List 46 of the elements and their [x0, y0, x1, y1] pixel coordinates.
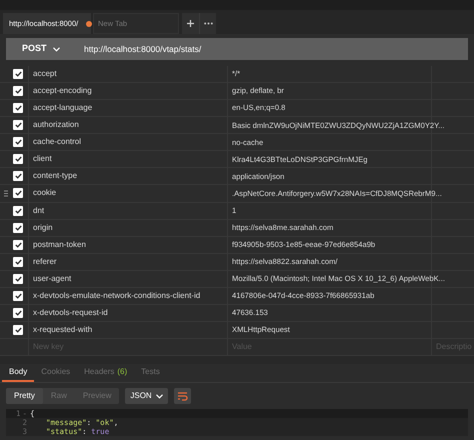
- checkbox[interactable]: [13, 154, 23, 164]
- response-tab[interactable]: Headers (6): [77, 364, 134, 382]
- header-key: accept: [33, 68, 57, 80]
- header-key: content-type: [33, 170, 78, 182]
- header-key: cookie: [33, 187, 56, 200]
- url-field[interactable]: http://localhost:8000/vtap/stats/: [74, 42, 468, 56]
- header-key: cache-control: [33, 136, 82, 148]
- checkbox[interactable]: [13, 222, 23, 233]
- checkbox[interactable]: [13, 308, 23, 318]
- header-key: accept-language: [33, 102, 92, 114]
- chevron-down-icon: [156, 394, 163, 399]
- checkbox[interactable]: [13, 274, 23, 284]
- header-key: authorization: [33, 119, 79, 132]
- count-label: (6): [117, 366, 128, 378]
- header-key: postman-token: [33, 238, 86, 251]
- header-key: accept-encoding: [33, 85, 92, 98]
- method-dropdown[interactable]: POST: [6, 38, 74, 60]
- view-mode-tab[interactable]: Pretty: [6, 388, 43, 404]
- chevron-down-icon: [52, 46, 60, 52]
- header-key: x-devtools-emulate-network-conditions-client-id: [33, 290, 200, 302]
- checkbox[interactable]: [13, 171, 23, 182]
- checkbox[interactable]: [13, 103, 23, 114]
- plus-icon: [187, 20, 194, 27]
- checkbox[interactable]: [13, 240, 23, 250]
- header-key: referer: [33, 256, 57, 268]
- checkbox[interactable]: [13, 86, 23, 96]
- format-dropdown[interactable]: JSON: [125, 388, 168, 404]
- header-key: dnt: [33, 204, 44, 217]
- checkbox[interactable]: [13, 256, 23, 267]
- header-key: origin: [33, 222, 53, 234]
- checkbox[interactable]: [13, 290, 23, 301]
- wrap-lines-button[interactable]: [174, 388, 191, 404]
- header-key: client: [33, 153, 52, 166]
- header-key: x-requested-with: [33, 324, 92, 336]
- checkbox[interactable]: [13, 137, 23, 148]
- checkbox[interactable]: [13, 324, 23, 335]
- wrap-lines-icon: [176, 391, 188, 402]
- response-tab[interactable]: Body: [2, 364, 34, 382]
- header-key: user-agent: [33, 272, 72, 285]
- header-key: x-devtools-request-id: [33, 306, 108, 319]
- checkbox[interactable]: [13, 188, 23, 198]
- checkbox[interactable]: [13, 69, 23, 80]
- checkbox[interactable]: [13, 120, 23, 130]
- more-icon: [204, 22, 212, 25]
- checkbox[interactable]: [13, 206, 23, 216]
- drag-handle-icon[interactable]: [4, 190, 8, 197]
